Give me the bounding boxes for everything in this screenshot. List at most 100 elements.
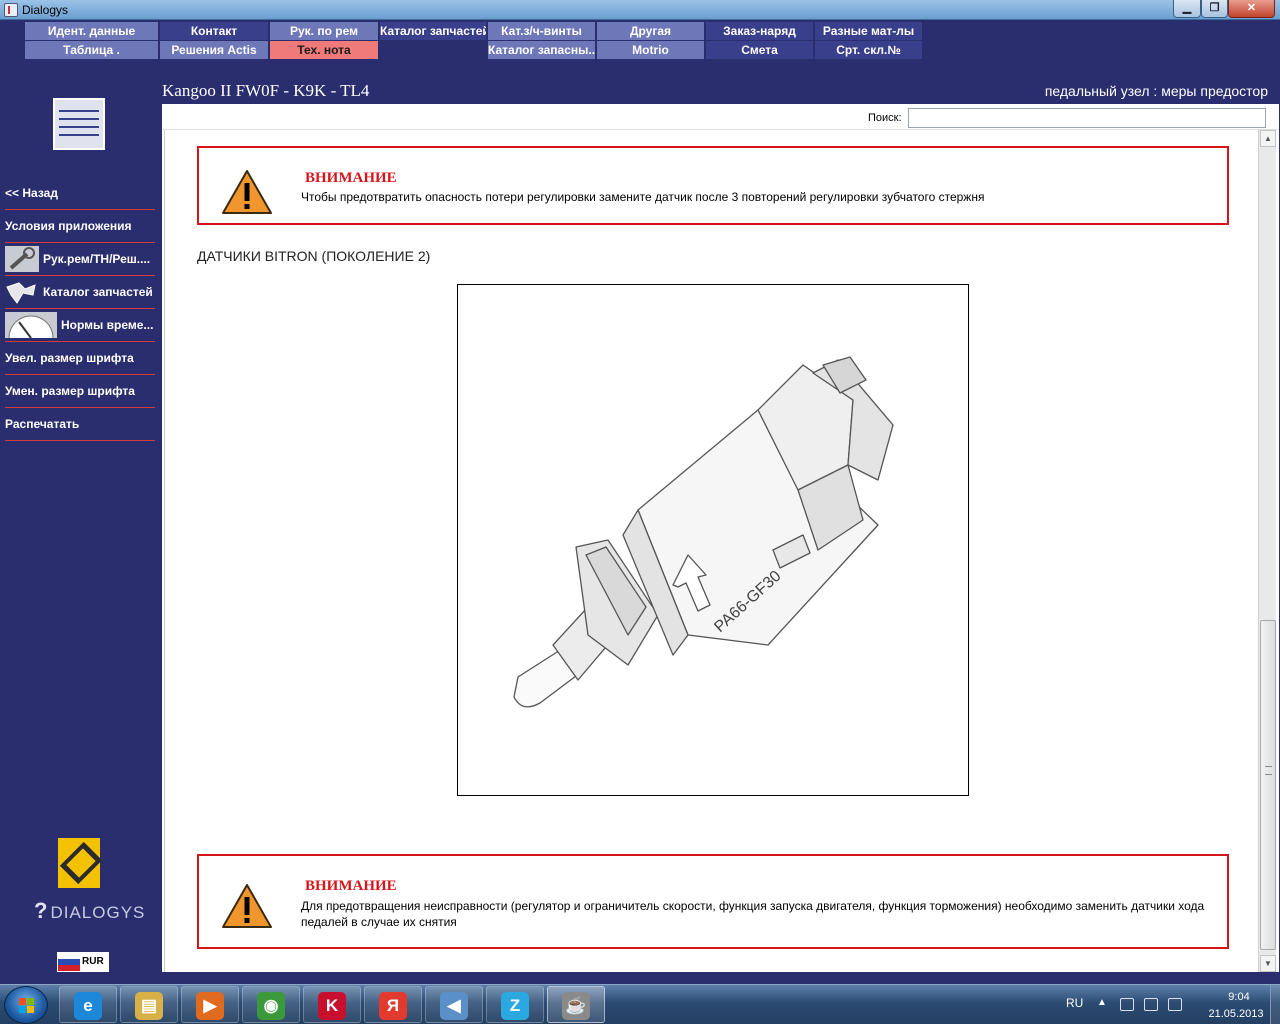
sidebar-item-decrease-font[interactable]: Умен. размер шрифта <box>5 375 155 408</box>
internet-explorer-icon: e <box>74 992 102 1020</box>
app-icon <box>4 3 18 17</box>
network-icon[interactable] <box>1120 998 1134 1011</box>
sidebar-item-label: Распечатать <box>5 417 80 431</box>
system-tray: RU ▲ 9:04 21.05.2013 <box>1060 985 1280 1024</box>
scroll-up-arrow-icon[interactable]: ▲ <box>1260 130 1276 147</box>
page-topic: педальный узел : меры предостор <box>1044 83 1268 99</box>
top-menu: Идент. данные Контакт Рук. по рем Катало… <box>0 20 1280 78</box>
menu-table[interactable]: Таблица . <box>25 41 158 59</box>
wrench-icon <box>5 246 39 272</box>
sidebar: << Назад Условия приложения Рук.рем/ТН/Р… <box>0 78 160 976</box>
windows-logo-icon <box>19 998 35 1014</box>
warning-title: ВНИМАНИЕ <box>305 878 397 894</box>
language-indicator[interactable]: RU <box>1066 996 1083 1010</box>
menu-motrio[interactable]: Motrio <box>597 41 704 59</box>
search-bar: Поиск: <box>162 104 1279 130</box>
menu-misc-materials[interactable]: Разные мат-лы <box>815 22 922 40</box>
sidebar-item-repair-manual[interactable]: Рук.рем/ТН/Реш.... <box>5 243 155 276</box>
renault-logo-icon <box>58 838 100 888</box>
warning-triangle-icon <box>222 884 272 928</box>
file-explorer-icon: ▤ <box>135 992 163 1020</box>
menu-ident-data[interactable]: Идент. данные <box>25 22 158 40</box>
minimize-button[interactable]: ▁ <box>1173 0 1201 18</box>
locale-code: RUR <box>82 956 104 967</box>
sidebar-item-label: Рук.рем/ТН/Реш.... <box>43 252 151 266</box>
sidebar-item-label: Нормы време... <box>61 318 154 332</box>
show-desktop-button[interactable] <box>1270 985 1280 1024</box>
kaspersky-icon: K <box>318 992 346 1020</box>
menu-repair-manual[interactable]: Рук. по рем <box>270 22 378 40</box>
warning-triangle-icon <box>222 170 272 214</box>
parts-icon <box>5 279 39 305</box>
taskbar-button[interactable]: Я <box>364 986 422 1023</box>
clock-date[interactable]: 21.05.2013 <box>1196 1008 1276 1020</box>
maximize-button[interactable]: ❐ <box>1201 0 1228 18</box>
sidebar-item-label: Увел. размер шрифта <box>5 351 134 365</box>
taskbar-button[interactable]: Z <box>486 986 544 1023</box>
content-panel: Поиск: ВНИМАНИЕ Чтобы предотвратить опас… <box>162 104 1279 972</box>
warning-text: Для предотвращения неисправности (регуля… <box>301 899 1205 929</box>
vertical-scrollbar[interactable]: ▲ ▼ <box>1258 130 1276 972</box>
speedometer-icon <box>5 312 57 339</box>
sidebar-item-label: << Назад <box>5 186 58 200</box>
menu-work-order[interactable]: Заказ-наряд <box>706 22 813 40</box>
dialogys-logo: ? DIALOGYS <box>34 898 146 923</box>
yandex-icon: Я <box>379 992 407 1020</box>
sidebar-item-print[interactable]: Распечатать <box>5 408 155 441</box>
warning-title: ВНИМАНИЕ <box>305 170 397 186</box>
java-icon: ☕ <box>562 992 590 1020</box>
action-center-flag-icon[interactable] <box>1144 998 1158 1011</box>
document-view: ВНИМАНИЕ Чтобы предотвратить опасность п… <box>164 130 1259 972</box>
sidebar-item-label: Умен. размер шрифта <box>5 384 135 398</box>
vehicle-logo-icon <box>53 98 105 150</box>
taskbar-button[interactable]: ▶ <box>181 986 239 1023</box>
brand-text: DIALOGYS <box>50 903 146 922</box>
sidebar-item-increase-font[interactable]: Увел. размер шрифта <box>5 342 155 375</box>
taskbar-button[interactable]: K <box>303 986 361 1023</box>
z-app-icon: Z <box>501 992 529 1020</box>
warning-text: Чтобы предотвратить опасность потери рег… <box>301 190 985 204</box>
start-button[interactable] <box>4 986 48 1024</box>
taskbar-button[interactable]: ▤ <box>120 986 178 1023</box>
dialogys-app-window: Dialogys ▁ ❐ ✕ Идент. данные Контакт Рук… <box>0 0 1280 1024</box>
taskbar-button[interactable]: e <box>59 986 117 1023</box>
sidebar-item-application-conditions[interactable]: Условия приложения <box>5 210 155 243</box>
menu-parts-screws[interactable]: Кат.з/ч-винты <box>488 22 595 40</box>
sidebar-item-time-norms[interactable]: Нормы време... <box>5 309 155 342</box>
locale-button[interactable]: RUR <box>57 952 109 972</box>
chrome-icon: ◉ <box>257 992 285 1020</box>
volume-icon[interactable] <box>1168 998 1182 1011</box>
menu-contact[interactable]: Контакт <box>160 22 268 40</box>
menu-other[interactable]: Другая <box>597 22 704 40</box>
scroll-down-arrow-icon[interactable]: ▼ <box>1260 955 1276 972</box>
menu-estimate[interactable]: Смета <box>706 41 813 59</box>
menu-tech-note[interactable]: Тех. нота <box>270 41 378 59</box>
sidebar-item-parts-catalog[interactable]: Каталог запчастей <box>5 276 155 309</box>
scroll-thumb[interactable] <box>1260 620 1276 950</box>
sidebar-item-label: Условия приложения <box>5 219 132 233</box>
menu-spare-parts-catalog[interactable]: Каталог запасны... <box>488 41 595 59</box>
search-input[interactable] <box>908 108 1266 128</box>
window-titlebar: Dialogys ▁ ❐ ✕ <box>0 0 1280 20</box>
close-button[interactable]: ✕ <box>1228 0 1275 18</box>
sensor-figure: PA66-GF30 <box>457 284 969 796</box>
menu-stock-number[interactable]: Срт. скл.№ <box>815 41 922 59</box>
window-title: Dialogys <box>22 3 69 17</box>
warning-box: ВНИМАНИЕ Чтобы предотвратить опасность п… <box>197 146 1229 225</box>
sidebar-item-label: Каталог запчастей <box>43 285 153 299</box>
media-player-icon: ▶ <box>196 992 224 1020</box>
taskbar: e ▤ ▶ ◉ K Я ◀ Z ☕ RU ▲ 9:04 21.05.2013 <box>0 984 1280 1024</box>
search-label: Поиск: <box>868 112 902 124</box>
warning-box: ВНИМАНИЕ Для предотвращения неисправност… <box>197 854 1229 949</box>
taskbar-button[interactable]: ☕ <box>547 986 605 1023</box>
speaker-app-icon: ◀ <box>440 992 468 1020</box>
sidebar-item-back[interactable]: << Назад <box>5 177 155 210</box>
russian-flag-icon <box>58 953 80 971</box>
tray-expand-icon[interactable]: ▲ <box>1097 997 1107 1008</box>
menu-actis-solutions[interactable]: Решения Actis <box>160 41 268 59</box>
menu-parts-catalog[interactable]: Каталог запчастей <box>380 22 486 40</box>
clock-time[interactable]: 9:04 <box>1214 991 1264 1003</box>
taskbar-button[interactable]: ◀ <box>425 986 483 1023</box>
taskbar-button[interactable]: ◉ <box>242 986 300 1023</box>
pedal-sensor-illustration: PA66-GF30 <box>513 356 894 708</box>
